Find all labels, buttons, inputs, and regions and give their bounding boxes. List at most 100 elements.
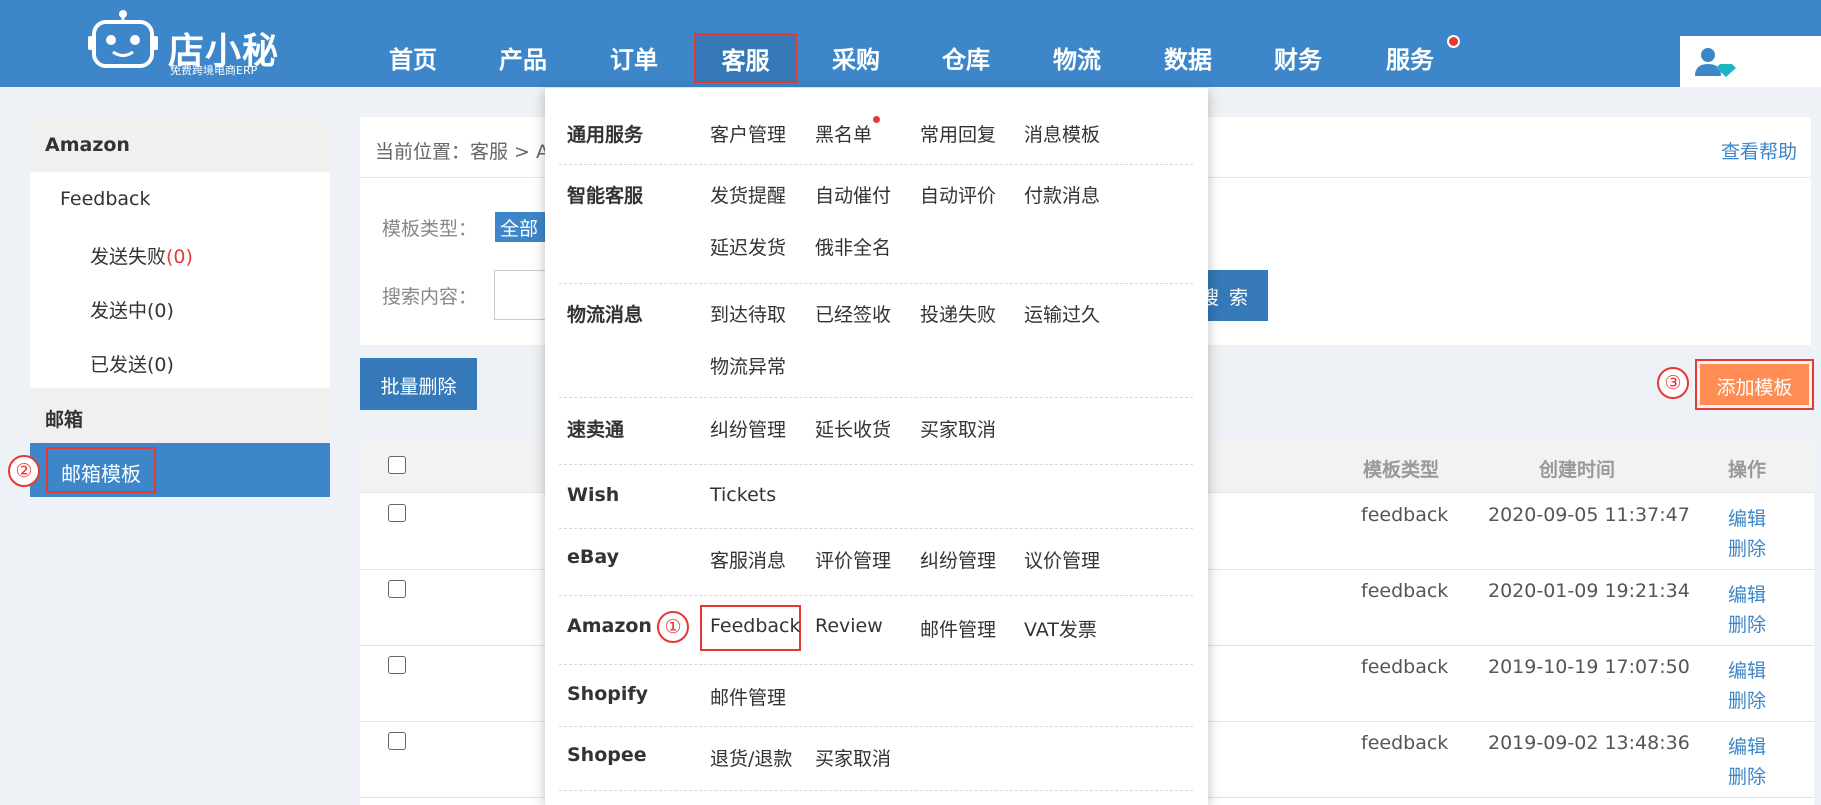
sidebar-item-label: 发送失败 (90, 246, 167, 268)
dd-link-shopify-mail[interactable]: 邮件管理 (710, 683, 786, 710)
edit-link[interactable]: 编辑 (1728, 656, 1766, 683)
dd-separator (559, 726, 1193, 727)
step-marker-2: ② (8, 455, 40, 487)
sidebar-item-label: 邮箱模板 (46, 447, 156, 493)
app-logo[interactable]: 店小秘 免费跨境电商ERP (88, 10, 278, 77)
edit-link[interactable]: 编辑 (1728, 580, 1766, 607)
row-created: 2020-01-09 19:21:34 (1488, 580, 1690, 602)
nav-products[interactable]: 产品 (499, 40, 547, 80)
dd-separator (559, 790, 1193, 791)
select-all-checkbox[interactable] (388, 456, 406, 474)
step-marker-1: ① (657, 611, 689, 643)
notification-dot (1447, 35, 1460, 48)
robot-logo-icon (88, 10, 158, 68)
dd-category-logistics-messages: 物流消息 (567, 304, 644, 326)
dd-link-ebay-disputes[interactable]: 纠纷管理 (920, 546, 996, 573)
dd-link-returns-refunds[interactable]: 退货/退款 (710, 744, 792, 771)
nav-orders[interactable]: 订单 (610, 40, 658, 80)
dd-link-auto-review[interactable]: 自动评价 (920, 181, 996, 208)
dd-link-amazon-feedback[interactable]: Feedback (710, 615, 800, 637)
row-type: feedback (1361, 504, 1449, 526)
dd-link-delivered[interactable]: 已经签收 (815, 300, 891, 327)
nav-services[interactable]: 服务 (1386, 40, 1434, 80)
sidebar: Amazon Feedback 发送失败(0) 发送中(0) 已发送(0) 邮箱… (30, 117, 330, 497)
batch-delete-button[interactable]: 批量删除 (360, 358, 477, 410)
logo-tagline: 免费跨境电商ERP (170, 64, 258, 77)
delete-link[interactable]: 删除 (1728, 610, 1766, 637)
sidebar-item-send-failed[interactable]: 发送失败(0) (30, 226, 330, 280)
nav-purchasing[interactable]: 采购 (832, 40, 880, 80)
type-filter-all[interactable]: 全部 (495, 212, 545, 242)
dd-link-russian-fullname[interactable]: 俄非全名 (815, 233, 891, 260)
row-created: 2019-09-02 13:48:36 (1488, 732, 1690, 754)
dd-link-delayed-shipping[interactable]: 延迟发货 (710, 233, 786, 260)
dd-category-smart-service: 智能客服 (567, 185, 644, 207)
dd-link-tickets[interactable]: Tickets (710, 484, 776, 506)
nav-finance[interactable]: 财务 (1274, 40, 1322, 80)
row-created: 2020-09-05 11:37:47 (1488, 504, 1690, 526)
dd-link-offer-management[interactable]: 议价管理 (1024, 546, 1100, 573)
dd-link-amazon-review[interactable]: Review (815, 615, 883, 637)
step-marker-3: ③ (1657, 367, 1689, 399)
dd-link-dispute-management[interactable]: 纠纷管理 (710, 415, 786, 442)
nav-logistics[interactable]: 物流 (1053, 40, 1101, 80)
row-checkbox[interactable] (388, 580, 406, 598)
dd-link-service-messages[interactable]: 客服消息 (710, 546, 786, 573)
dd-separator (559, 464, 1193, 465)
row-created: 2019-10-19 17:07:50 (1488, 656, 1690, 678)
customer-service-dropdown: 通用服务 客户管理 黑名单 常用回复 消息模板 智能客服 发货提醒 自动催付 自… (545, 88, 1208, 805)
dd-link-quick-replies[interactable]: 常用回复 (920, 120, 996, 147)
dd-link-extend-receipt[interactable]: 延长收货 (815, 415, 891, 442)
dd-category-shopee: Shopee (567, 744, 647, 766)
row-checkbox[interactable] (388, 656, 406, 674)
dd-link-buyer-cancel[interactable]: 买家取消 (920, 415, 996, 442)
dd-link-review-management[interactable]: 评价管理 (815, 546, 891, 573)
dd-link-customer-management[interactable]: 客户管理 (710, 120, 786, 147)
user-menu[interactable] (1680, 36, 1821, 87)
sidebar-item-feedback[interactable]: Feedback (30, 172, 330, 226)
row-type: feedback (1361, 656, 1449, 678)
row-checkbox[interactable] (388, 504, 406, 522)
dd-separator (559, 283, 1193, 284)
header-template-type: 模板类型 (1363, 459, 1440, 481)
dd-link-auto-payment-reminder[interactable]: 自动催付 (815, 181, 891, 208)
add-template-highlight: 添加模板 (1695, 359, 1814, 410)
sidebar-group-mailbox: 邮箱 (30, 388, 330, 443)
edit-link[interactable]: 编辑 (1728, 504, 1766, 531)
search-content-label: 搜索内容： (382, 286, 478, 308)
header-actions: 操作 (1728, 459, 1767, 481)
help-link[interactable]: 查看帮助 (1721, 137, 1797, 164)
dd-separator (559, 397, 1193, 398)
dd-link-vat-invoice[interactable]: VAT发票 (1024, 615, 1097, 642)
delete-link[interactable]: 删除 (1728, 534, 1766, 561)
dd-link-awaiting-pickup[interactable]: 到达待取 (710, 300, 786, 327)
add-template-button[interactable]: 添加模板 (1700, 364, 1809, 405)
dd-category-amazon: Amazon (567, 615, 652, 637)
dd-link-shopee-buyer-cancel[interactable]: 买家取消 (815, 744, 891, 771)
dd-link-shipping-reminder[interactable]: 发货提醒 (710, 181, 786, 208)
header-created-time: 创建时间 (1539, 459, 1616, 481)
dd-link-transit-too-long[interactable]: 运输过久 (1024, 300, 1100, 327)
sidebar-item-sending[interactable]: 发送中(0) (30, 280, 330, 334)
dd-separator (559, 164, 1193, 165)
template-type-label: 模板类型： (382, 218, 478, 240)
nav-home[interactable]: 首页 (389, 40, 437, 80)
dd-link-payment-message[interactable]: 付款消息 (1024, 181, 1100, 208)
nav-warehouse[interactable]: 仓库 (942, 40, 990, 80)
dd-category-ebay: eBay (567, 546, 619, 568)
edit-link[interactable]: 编辑 (1728, 732, 1766, 759)
delete-link[interactable]: 删除 (1728, 686, 1766, 713)
row-checkbox[interactable] (388, 732, 406, 750)
sidebar-item-sent[interactable]: 已发送(0) (30, 334, 330, 388)
sidebar-item-mail-templates[interactable]: 邮箱模板 (30, 443, 330, 497)
nav-customer-service[interactable]: 客服 (694, 33, 797, 83)
nav-data[interactable]: 数据 (1164, 40, 1212, 80)
dd-link-amazon-mail[interactable]: 邮件管理 (920, 615, 996, 642)
delete-link[interactable]: 删除 (1728, 762, 1766, 789)
dd-category-aliexpress: 速卖通 (567, 419, 625, 441)
dd-link-delivery-failed[interactable]: 投递失败 (920, 300, 996, 327)
dd-link-blacklist[interactable]: 黑名单 (815, 120, 872, 147)
new-dot (873, 116, 880, 123)
dd-link-logistics-exception[interactable]: 物流异常 (710, 352, 786, 379)
dd-link-message-templates[interactable]: 消息模板 (1024, 120, 1100, 147)
